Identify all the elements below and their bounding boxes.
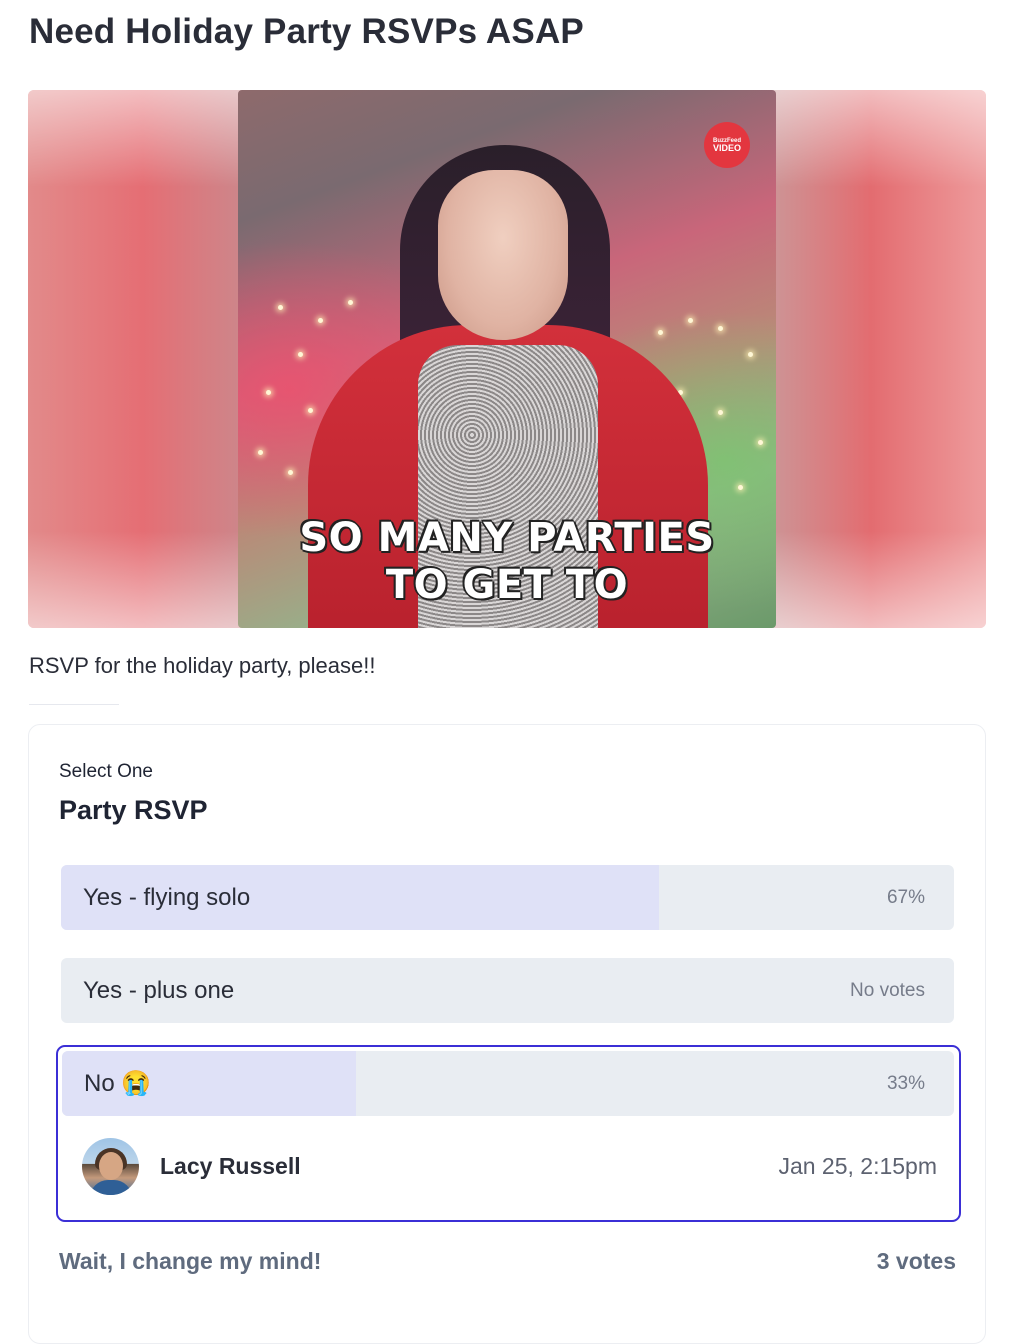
poll-option-percent: 33% (886, 1072, 925, 1094)
voter-row: Lacy Russell Jan 25, 2:15pm (82, 1135, 937, 1197)
poll-title: Party RSVP (59, 795, 208, 825)
poll-option-percent: 67% (886, 886, 925, 908)
page-title: Need Holiday Party RSVPs ASAP (29, 12, 584, 51)
selected-option-box: No 😭 33% Lacy Russell Jan 25, 2:15pm (56, 1045, 961, 1222)
gif-caption: SO MANY PARTIES (299, 515, 715, 561)
voter-name[interactable]: Lacy Russell (160, 1135, 301, 1197)
gif-media[interactable]: BuzzFeed VIDEO SO MANY PARTIES TO GET TO (28, 90, 986, 628)
poll-option-yes-solo[interactable]: Yes - flying solo 67% (61, 865, 954, 930)
poll-option-label: Yes - plus one (83, 976, 235, 1004)
person-face (438, 170, 568, 340)
poll-option-no[interactable]: No 😭 33% (62, 1051, 954, 1116)
gif-image: BuzzFeed VIDEO SO MANY PARTIES TO GET TO (238, 90, 776, 628)
buzzfeed-video-logo: BuzzFeed VIDEO (704, 122, 750, 168)
poll-option-yes-plus-one[interactable]: Yes - plus one No votes (61, 958, 954, 1023)
vote-count: 3 votes (876, 1248, 956, 1274)
poll-option-label: No 😭 (84, 1070, 152, 1097)
poll-card: Select One Party RSVP Yes - flying solo … (28, 724, 986, 1344)
avatar[interactable] (82, 1138, 139, 1195)
divider (29, 704, 119, 705)
vote-timestamp: Jan 25, 2:15pm (778, 1152, 937, 1179)
poll-type-label: Select One (59, 761, 153, 782)
post-description: RSVP for the holiday party, please!! (29, 653, 376, 678)
poll-option-label: Yes - flying solo (83, 883, 251, 911)
gif-caption: TO GET TO (385, 562, 629, 608)
change-vote-button[interactable]: Wait, I change my mind! (59, 1248, 321, 1275)
poll-option-percent: No votes (850, 979, 925, 1001)
